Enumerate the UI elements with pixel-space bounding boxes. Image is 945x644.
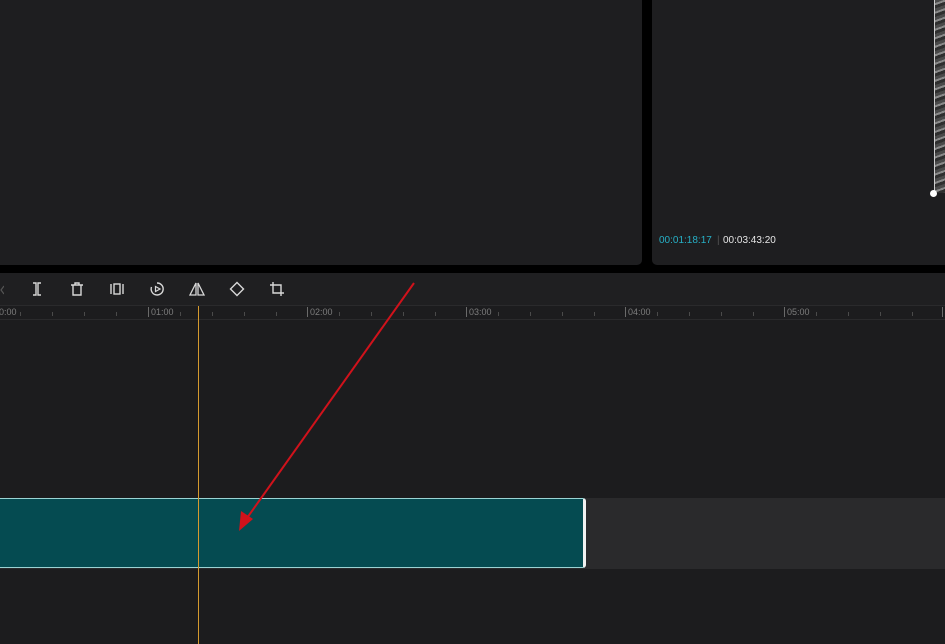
ruler-minor-tick xyxy=(816,312,817,316)
ruler-label: 04:00 xyxy=(628,307,651,317)
video-preview-thumbnail xyxy=(934,0,945,193)
current-timecode: 00:01:18:17 xyxy=(659,235,712,246)
ruler-minor-tick xyxy=(52,312,53,316)
ruler-minor-tick xyxy=(657,312,658,316)
mirror-button[interactable] xyxy=(188,280,206,298)
ruler-label: 02:00 xyxy=(310,307,333,317)
undo-icon[interactable] xyxy=(0,283,5,295)
timeline-toolbar xyxy=(0,273,945,306)
ruler-minor-tick xyxy=(498,312,499,316)
player-panel xyxy=(652,0,945,265)
ruler-minor-tick xyxy=(594,312,595,316)
ruler-minor-tick xyxy=(689,312,690,316)
ruler-tick xyxy=(625,307,626,317)
ruler-minor-tick xyxy=(20,312,21,316)
ruler-tick xyxy=(942,307,943,317)
ruler-minor-tick xyxy=(848,312,849,316)
ruler-minor-tick xyxy=(116,312,117,316)
ruler-minor-tick xyxy=(435,312,436,316)
ruler-minor-tick xyxy=(276,312,277,316)
crop-button[interactable] xyxy=(268,280,286,298)
freeze-frame-button[interactable] xyxy=(108,280,126,298)
ruler-minor-tick xyxy=(530,312,531,316)
ruler-minor-tick xyxy=(403,312,404,316)
ruler-minor-tick xyxy=(912,312,913,316)
ruler-minor-tick xyxy=(244,312,245,316)
rotate-icon xyxy=(229,281,245,297)
ruler-label: 01:00 xyxy=(151,307,174,317)
preview-scrub-handle[interactable] xyxy=(930,190,937,197)
ruler-minor-tick xyxy=(180,312,181,316)
timeline-panel: 00:00 01:00 02:00 03:00 04:00 05:00 xyxy=(0,273,945,644)
ruler-tick xyxy=(148,307,149,317)
ruler-tick xyxy=(466,307,467,317)
time-ruler[interactable]: 00:00 01:00 02:00 03:00 04:00 05:00 xyxy=(0,305,945,320)
split-button[interactable] xyxy=(28,280,46,298)
timecode-separator: | xyxy=(717,235,720,246)
split-icon xyxy=(33,282,41,296)
delete-icon xyxy=(71,282,83,296)
rotate-button[interactable] xyxy=(228,280,246,298)
ruler-tick xyxy=(784,307,785,317)
ruler-minor-tick xyxy=(562,312,563,316)
ruler-minor-tick xyxy=(212,312,213,316)
speed-button[interactable] xyxy=(148,280,166,298)
playhead[interactable] xyxy=(198,306,199,644)
ruler-minor-tick xyxy=(753,312,754,316)
media-panel xyxy=(0,0,642,265)
ruler-minor-tick xyxy=(721,312,722,316)
ruler-minor-tick xyxy=(880,312,881,316)
ruler-label: 00:00 xyxy=(0,307,17,317)
ruler-label: 05:00 xyxy=(787,307,810,317)
speed-icon xyxy=(150,282,164,296)
total-duration: 00:03:43:20 xyxy=(723,235,776,246)
ruler-tick xyxy=(307,307,308,317)
video-clip[interactable] xyxy=(0,498,586,568)
delete-button[interactable] xyxy=(68,280,86,298)
ruler-minor-tick xyxy=(84,312,85,316)
freeze-frame-icon xyxy=(110,283,124,295)
crop-icon xyxy=(270,282,284,296)
ruler-label: 03:00 xyxy=(469,307,492,317)
ruler-minor-tick xyxy=(339,312,340,316)
mirror-icon xyxy=(189,282,205,296)
ruler-minor-tick xyxy=(371,312,372,316)
